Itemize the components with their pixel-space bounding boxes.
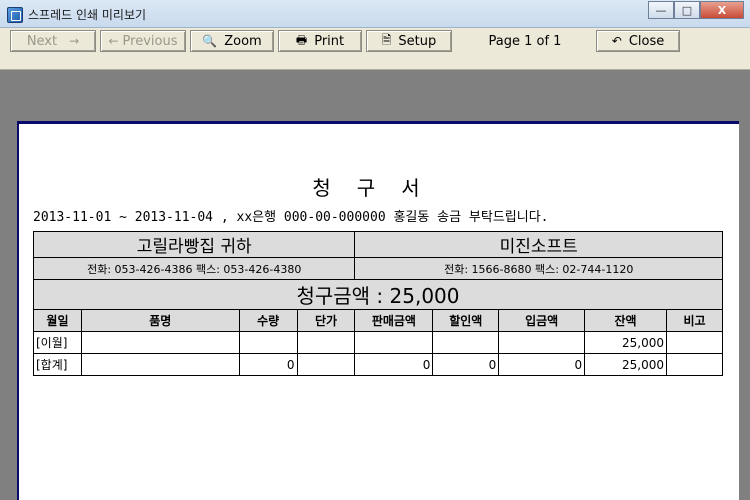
recipient-name: 고릴라빵집 귀하 xyxy=(32,231,356,258)
setup-label: Setup xyxy=(398,33,437,49)
previous-button[interactable]: ← Previous xyxy=(100,30,186,52)
table-cell xyxy=(80,353,240,376)
title-bar: 스프레드 인쇄 미리보기 — □ X xyxy=(0,0,750,28)
table-cell xyxy=(238,331,298,354)
table-cell xyxy=(296,331,356,354)
sender-contact: 전화: 1566-8680 팩스: 02-744-1120 xyxy=(354,257,723,280)
table-cell xyxy=(80,331,240,354)
undo-icon: ↶ xyxy=(611,34,622,48)
table-cell xyxy=(296,353,356,376)
zoom-button[interactable]: 🔍 Zoom xyxy=(190,30,274,52)
total-amount: 청구금액 : 25,000 xyxy=(33,279,723,310)
print-preview-window: 스프레드 인쇄 미리보기 — □ X Next → ← Previous 🔍 Z… xyxy=(0,0,750,500)
col-header: 잔액 xyxy=(584,309,668,332)
table-cell: 0 xyxy=(354,353,434,376)
table-cell: [합계] xyxy=(33,353,82,376)
print-button[interactable]: 🖶 Print xyxy=(278,30,362,52)
close-window-button[interactable]: X xyxy=(700,1,744,19)
sender-name: 미진소프트 xyxy=(354,231,723,258)
table-cell xyxy=(498,331,586,354)
table-cell xyxy=(354,331,434,354)
recipient-contact: 전화: 053-426-4386 팩스: 053-426-4380 xyxy=(32,257,356,280)
next-label: Next xyxy=(26,33,58,49)
table-cell: 25,000 xyxy=(584,331,668,354)
table-cell: [이월] xyxy=(33,331,82,354)
previous-label: Previous xyxy=(122,33,178,49)
col-header: 월일 xyxy=(33,309,82,332)
col-header: 품명 xyxy=(80,309,240,332)
setup-button[interactable]: 🗎 Setup xyxy=(366,30,452,52)
table-cell: 25,000 xyxy=(584,353,668,376)
close-label: Close xyxy=(628,33,665,49)
document-note: 2013-11-01 ~ 2013-11-04 , xx은행 000-00-00… xyxy=(33,210,549,225)
printer-icon: 🖶 xyxy=(295,32,308,47)
col-header: 수량 xyxy=(238,309,298,332)
invoice-table: 고릴라빵집 귀하 미진소프트 전화: 053-426-4386 팩스: 053-… xyxy=(32,231,723,376)
arrow-right-icon: → xyxy=(69,34,80,48)
col-header: 입금액 xyxy=(498,309,586,332)
window-title: 스프레드 인쇄 미리보기 xyxy=(28,8,147,22)
document-title: 청구서 xyxy=(312,176,446,200)
page-setup-icon: 🗎 xyxy=(381,32,392,47)
next-button[interactable]: Next → xyxy=(10,30,96,52)
close-button[interactable]: ↶ Close xyxy=(596,30,680,52)
col-header: 할인액 xyxy=(432,309,500,332)
col-header: 단가 xyxy=(296,309,356,332)
table-cell xyxy=(666,353,723,376)
table-cell: 0 xyxy=(498,353,586,376)
zoom-label: Zoom xyxy=(224,33,262,49)
preview-viewport[interactable]: 청구서 2013-11-01 ~ 2013-11-04 , xx은행 000-0… xyxy=(0,71,750,500)
col-header: 비고 xyxy=(666,309,723,332)
window-controls: — □ X xyxy=(648,1,744,21)
table-cell: 0 xyxy=(238,353,298,376)
table-header: 월일 품명 수량 단가 판매금액 할인액 입금액 잔액 비고 xyxy=(33,309,723,332)
print-label: Print xyxy=(314,33,345,49)
app-icon xyxy=(7,7,23,23)
table-cell xyxy=(666,331,723,354)
table-row: [합계] 0 0 0 0 25,000 xyxy=(33,353,723,376)
minimize-button[interactable]: — xyxy=(648,1,674,19)
table-row: [이월] 25,000 xyxy=(33,331,723,354)
col-header: 판매금액 xyxy=(354,309,434,332)
page-indicator: Page 1 of 1 xyxy=(488,33,562,49)
table-cell: 0 xyxy=(432,353,500,376)
toolbar: Next → ← Previous 🔍 Zoom 🖶 Print 🗎 Setup… xyxy=(0,28,750,70)
table-cell xyxy=(432,331,500,354)
magnifier-icon: 🔍 xyxy=(202,34,218,48)
maximize-button[interactable]: □ xyxy=(674,1,700,19)
preview-page: 청구서 2013-11-01 ~ 2013-11-04 , xx은행 000-0… xyxy=(17,121,739,500)
arrow-left-icon: ← xyxy=(108,34,119,48)
